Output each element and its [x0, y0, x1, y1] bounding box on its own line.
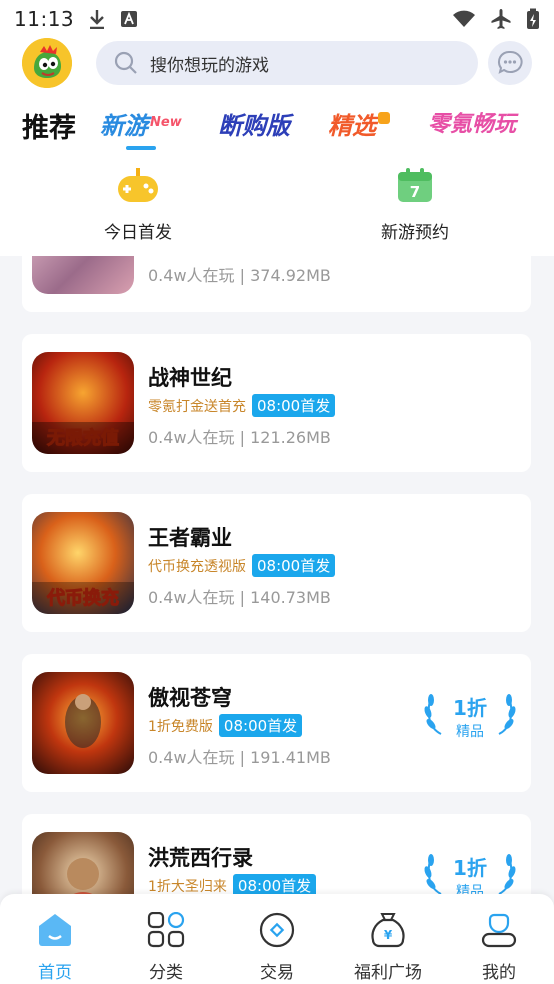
- nav-home-label: 首页: [38, 963, 72, 983]
- list-item[interactable]: 无限充值 战神世纪 零氪打金送首充 08:00首发 0.4w人在玩 | 121.…: [22, 334, 531, 472]
- tab-recommend-label: 推荐: [22, 113, 76, 144]
- game-thumbnail: 代币换充: [32, 512, 134, 614]
- game-thumbnail: [32, 672, 134, 774]
- mascot-icon: [22, 38, 72, 88]
- game-tag-row: 1折免费版 08:00首发: [148, 714, 303, 737]
- launch-time-badge: 08:00首发: [218, 714, 303, 737]
- search-placeholder: 搜你想玩的游戏: [150, 55, 269, 76]
- calendar-icon: 7: [398, 168, 432, 202]
- today-launch-entry[interactable]: 今日首发: [78, 166, 198, 243]
- new-reserve-entry[interactable]: 7 新游预约: [355, 166, 475, 243]
- game-art-icon: [65, 694, 101, 748]
- game-meta: 0.4w人在玩 | 140.73MB: [148, 588, 331, 607]
- game-tag: 1折免费版: [148, 718, 213, 735]
- game-thumbnail: [32, 256, 134, 294]
- tab-recommend[interactable]: 推荐: [22, 106, 76, 145]
- nav-home[interactable]: 首页: [5, 912, 105, 983]
- featured-badge-icon: [378, 112, 390, 124]
- category-tabs: 推荐 新游 New 断购版 精选 零氪畅玩: [0, 90, 554, 156]
- grid-icon: [147, 911, 185, 948]
- svg-text:¥: ¥: [384, 928, 393, 942]
- tab-featured-label: 精选: [328, 112, 376, 140]
- game-tag: 代币换充透视版: [148, 558, 246, 575]
- tab-buyout[interactable]: 断购版: [218, 106, 290, 141]
- game-tag-row: 1折大圣归来 08:00首发: [148, 874, 317, 895]
- quick-entries: 今日首发 7 新游预约: [0, 156, 554, 256]
- nav-category-label: 分类: [149, 963, 183, 983]
- status-time: 11:13: [14, 7, 75, 31]
- list-item[interactable]: 0.4w人在玩 | 374.92MB: [22, 256, 531, 312]
- launch-time-badge: 08:00首发: [252, 394, 336, 417]
- nav-trade[interactable]: 交易: [227, 912, 327, 983]
- game-thumbnail: [32, 832, 134, 894]
- money-bag-icon: ¥: [371, 913, 405, 948]
- game-tag: 1折大圣归来: [148, 878, 227, 895]
- download-icon: [90, 10, 105, 29]
- game-name: 傲视苍穹: [148, 686, 232, 710]
- gamepad-icon: [118, 168, 158, 202]
- game-art-icon: 无限充值: [32, 422, 134, 454]
- new-reserve-label: 新游预约: [381, 223, 449, 243]
- discount-badge: 1折 精品: [423, 848, 517, 894]
- game-art-icon: [67, 858, 99, 894]
- svg-text:无限充值: 无限充值: [47, 427, 119, 449]
- nav-trade-label: 交易: [260, 963, 294, 983]
- laurel-left-icon: [424, 854, 442, 894]
- tab-new-sup: New: [150, 115, 182, 130]
- tab-zero-play-label: 零氪畅玩: [428, 112, 517, 137]
- game-name: 战神世纪: [148, 366, 232, 390]
- active-tab-indicator: [126, 146, 156, 150]
- top-header: 搜你想玩的游戏: [0, 38, 554, 90]
- svg-text:7: 7: [410, 183, 420, 201]
- nav-mine[interactable]: 我的: [449, 912, 549, 983]
- game-name: 王者霸业: [148, 526, 232, 550]
- status-bar: 11:13: [0, 0, 554, 38]
- game-art-icon: 代币换充: [32, 582, 134, 614]
- app-a-icon: [121, 11, 138, 27]
- list-item[interactable]: 洪荒西行录 1折大圣归来 08:00首发 1折 精品: [22, 814, 531, 894]
- trade-icon: [259, 912, 295, 948]
- launch-time-badge: 08:00首发: [232, 874, 317, 894]
- laurel-left-icon: [424, 694, 442, 735]
- launch-time-badge: 08:00首发: [252, 554, 336, 577]
- nav-category[interactable]: 分类: [116, 911, 216, 983]
- game-list: 0.4w人在玩 | 374.92MB 无限充值 战神世纪 零氪打金送首充 08:…: [0, 256, 554, 894]
- tab-zero-play[interactable]: 零氪畅玩: [428, 106, 516, 138]
- tab-new-games-label: 新游: [100, 112, 148, 140]
- search-input[interactable]: 搜你想玩的游戏: [96, 41, 478, 85]
- nav-welfare[interactable]: ¥ 福利广场: [338, 912, 438, 983]
- laurel-right-icon: [498, 694, 516, 735]
- game-tag: 零氪打金送首充: [148, 398, 246, 415]
- nav-mine-label: 我的: [482, 963, 516, 983]
- wifi-icon: [453, 10, 475, 27]
- search-icon: [114, 51, 137, 74]
- nav-welfare-label: 福利广场: [354, 963, 422, 983]
- discount-badge: 1折 精品: [423, 688, 517, 748]
- game-tag-row: 零氪打金送首充 08:00首发: [148, 394, 336, 417]
- laurel-right-icon: [498, 854, 516, 894]
- game-name: 洪荒西行录: [148, 846, 253, 870]
- tab-featured[interactable]: 精选: [328, 106, 390, 141]
- user-icon: [481, 913, 517, 948]
- game-thumbnail: 无限充值: [32, 352, 134, 454]
- tab-buyout-label: 断购版: [218, 112, 290, 140]
- svg-text:代币换充: 代币换充: [46, 587, 119, 609]
- avatar[interactable]: [22, 38, 72, 88]
- battery-charging-icon: [527, 8, 539, 29]
- chat-bubble-icon: [498, 50, 523, 74]
- list-item[interactable]: 傲视苍穹 1折免费版 08:00首发 0.4w人在玩 | 191.41MB 1折…: [22, 654, 531, 792]
- home-icon: [39, 914, 71, 946]
- tab-new-games[interactable]: 新游 New: [100, 106, 182, 141]
- today-launch-label: 今日首发: [104, 223, 172, 243]
- bottom-nav: 首页 分类 交易 ¥ 福利广场 我的: [0, 894, 554, 984]
- game-meta: 0.4w人在玩 | 191.41MB: [148, 748, 331, 767]
- message-button[interactable]: [488, 41, 532, 85]
- list-item[interactable]: 代币换充 王者霸业 代币换充透视版 08:00首发 0.4w人在玩 | 140.…: [22, 494, 531, 632]
- airplane-icon: [491, 9, 511, 29]
- game-meta: 0.4w人在玩 | 121.26MB: [148, 428, 331, 447]
- game-tag-row: 代币换充透视版 08:00首发: [148, 554, 336, 577]
- game-meta: 0.4w人在玩 | 374.92MB: [148, 266, 331, 285]
